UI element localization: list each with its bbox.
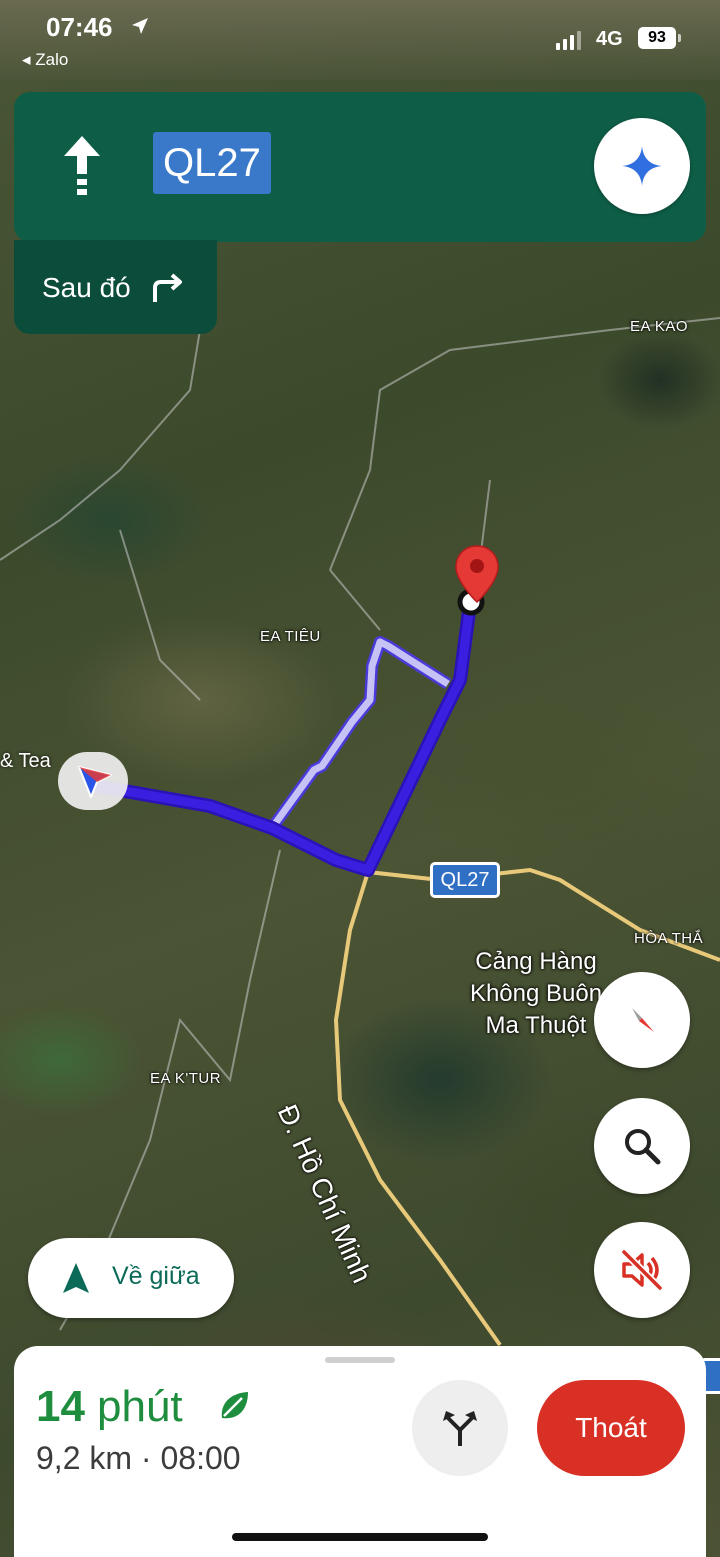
eta-unit: phút <box>97 1382 183 1431</box>
search-icon <box>625 1129 661 1165</box>
battery-indicator: 93 <box>638 27 676 49</box>
network-type: 4G <box>596 28 623 50</box>
compass-button[interactable] <box>594 972 690 1068</box>
road-line <box>329 569 381 631</box>
navigation-arrow-icon <box>78 766 112 798</box>
turn-right-icon <box>153 273 182 302</box>
recenter-button[interactable]: Về giữa <box>28 1238 234 1318</box>
trip-distance-arrival: 9,2 km · 08:00 <box>36 1440 241 1476</box>
back-to-app-link[interactable]: ◂ Zalo <box>22 50 68 70</box>
cellular-signal-icon <box>556 31 581 50</box>
road-line <box>0 329 201 561</box>
road-badge: QL27 <box>153 132 271 194</box>
straight-arrow-icon <box>64 136 100 195</box>
eta-minutes: 14 <box>36 1382 85 1431</box>
mute-voice-button[interactable] <box>594 1222 690 1318</box>
sparkle-icon <box>622 146 662 186</box>
place-label-ea-kao: EA KAO <box>630 318 689 335</box>
route-fork-icon <box>443 1411 477 1446</box>
recenter-arrow-icon <box>63 1263 89 1293</box>
road-line <box>119 529 201 701</box>
search-along-route-button[interactable] <box>594 1098 690 1194</box>
airport-label-line: Không Buôn <box>469 980 603 1007</box>
then-label: Sau đó <box>42 272 131 303</box>
airport-label-line: Cảng Hàng <box>475 948 597 975</box>
sheet-grabber[interactable] <box>325 1357 395 1363</box>
battery-tip <box>678 34 681 42</box>
alternate-routes-button[interactable] <box>412 1380 508 1476</box>
home-indicator[interactable] <box>232 1533 488 1541</box>
current-location-marker[interactable] <box>58 752 128 810</box>
eco-leaf-icon <box>221 1392 248 1419</box>
speaker-muted-icon <box>621 1249 663 1291</box>
location-services-icon <box>132 18 148 34</box>
compass-icon <box>632 1008 654 1032</box>
place-label-hoa-thang: HÒA THẮ <box>634 930 704 947</box>
airport-label[interactable]: Cảng Hàng Không Buôn Ma Thuột <box>456 946 616 1042</box>
gemini-assistant-button[interactable] <box>594 118 690 214</box>
road-shield-ql27: QL27 <box>430 862 500 898</box>
recenter-label: Về giữa <box>112 1262 200 1290</box>
place-label-ea-ktur: EA K'TUR <box>150 1070 222 1087</box>
road-line <box>329 317 720 571</box>
destination-pin-icon[interactable] <box>454 544 500 614</box>
airport-label-line: Ma Thuột <box>485 1012 587 1039</box>
status-time: 07:46 <box>46 12 113 42</box>
poi-label[interactable]: & Tea <box>0 750 51 773</box>
place-label-ea-tieu: EA TIÊU <box>260 628 321 645</box>
exit-navigation-button[interactable]: Thoát <box>537 1380 685 1476</box>
